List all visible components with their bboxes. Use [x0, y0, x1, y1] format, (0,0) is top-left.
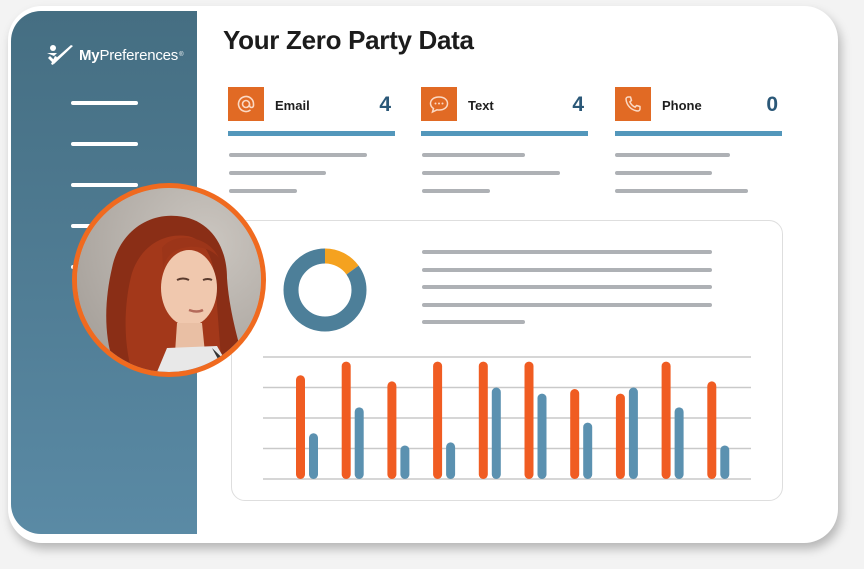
bar-blue-6	[537, 393, 547, 479]
user-photo-avatar[interactable]	[72, 183, 266, 377]
bar-orange-3	[387, 381, 397, 479]
bar-blue-8	[628, 387, 638, 479]
bar-blue-9	[674, 407, 684, 479]
bar-orange-7	[570, 389, 580, 479]
bar-blue-3	[400, 445, 410, 479]
bar-blue-10	[720, 445, 730, 479]
bar-orange-6	[524, 361, 534, 479]
bar-orange-2	[341, 361, 351, 479]
bar-orange-9	[661, 361, 671, 479]
bar-blue-4	[446, 442, 456, 479]
bar-orange-8	[615, 393, 625, 479]
portrait-image	[77, 188, 261, 372]
bar-blue-5	[491, 387, 501, 479]
bar-orange-1	[296, 375, 305, 479]
bar-blue-2	[354, 407, 364, 479]
bar-orange-4	[433, 361, 443, 479]
bar-blue-1	[309, 433, 318, 479]
bar-blue-7	[583, 422, 593, 479]
bar-orange-10	[707, 381, 717, 479]
bar-orange-5	[478, 361, 488, 479]
